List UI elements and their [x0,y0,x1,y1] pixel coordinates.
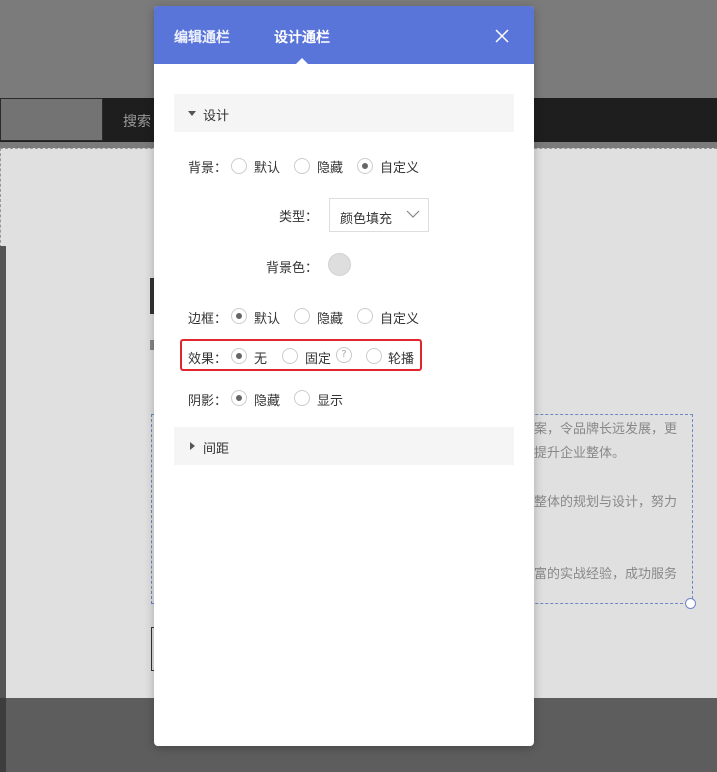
effect-carousel-label[interactable]: 轮播 [388,348,414,367]
background-hidden-radio[interactable] [294,158,310,174]
shadow-hidden-radio[interactable] [231,390,247,406]
shadow-show-radio[interactable] [294,390,310,406]
active-tab-indicator [296,58,308,64]
effect-fixed-radio[interactable] [282,348,298,364]
bg-color-label: 背景色： [266,261,319,276]
background-default-label[interactable]: 默认 [254,157,280,176]
banner-settings-dialog: 编辑通栏 设计通栏 设计 背景： 默认 隐藏 自定义 类型： 颜色填充 背景色：… [154,6,534,746]
design-section-label: 设计 [203,109,230,124]
effect-none-label[interactable]: 无 [254,348,267,367]
body-text-line: 提升企业整体。 [534,446,626,461]
body-text-line: 整体的规划与设计，努力 [534,495,678,510]
border-custom-radio[interactable] [357,308,373,324]
border-default-radio[interactable] [231,308,247,324]
background-default-radio[interactable] [231,158,247,174]
effect-none-radio[interactable] [231,348,247,364]
effect-carousel-radio[interactable] [366,348,382,364]
body-text-line: 案，令品牌长远发展，更 [534,422,678,437]
site-search-input [0,98,103,141]
bg-color-swatch[interactable] [328,253,351,276]
effect-label: 效果： [188,352,228,367]
spacing-section-label: 间距 [203,442,230,457]
close-icon[interactable] [492,26,512,46]
type-select-value: 颜色填充 [340,212,393,227]
type-label: 类型： [279,210,319,225]
tab-edit-banner[interactable]: 编辑通栏 [174,27,230,47]
chevron-down-icon [406,210,420,218]
border-hidden-label[interactable]: 隐藏 [317,308,343,327]
type-select[interactable]: 颜色填充 [329,198,429,232]
shadow-show-label[interactable]: 显示 [317,390,343,409]
body-text-line: 富的实战经验，成功服务 [534,567,678,582]
resize-handle[interactable] [685,598,696,609]
help-icon[interactable]: ? [336,347,352,363]
editor-left-strip [0,246,6,698]
border-label: 边框： [188,312,228,327]
editor-left-strip-bottom [0,698,6,772]
tab-design-banner[interactable]: 设计通栏 [274,27,330,47]
effect-fixed-label[interactable]: 固定 [305,348,331,367]
border-default-label[interactable]: 默认 [254,308,280,327]
design-section-header[interactable]: 设计 [174,94,514,132]
shadow-label: 阴影： [188,394,228,409]
spacing-section-header[interactable]: 间距 [174,427,514,465]
background-hidden-label[interactable]: 隐藏 [317,157,343,176]
dialog-header: 编辑通栏 设计通栏 [154,6,534,64]
background-custom-label[interactable]: 自定义 [380,157,419,176]
caret-right-icon [190,442,195,450]
background-label: 背景： [188,161,228,176]
border-hidden-radio[interactable] [294,308,310,324]
shadow-hidden-label[interactable]: 隐藏 [254,390,280,409]
site-search-button: 搜索 [123,114,151,130]
background-custom-radio[interactable] [357,158,373,174]
border-custom-label[interactable]: 自定义 [380,308,419,327]
caret-down-icon [188,111,196,116]
